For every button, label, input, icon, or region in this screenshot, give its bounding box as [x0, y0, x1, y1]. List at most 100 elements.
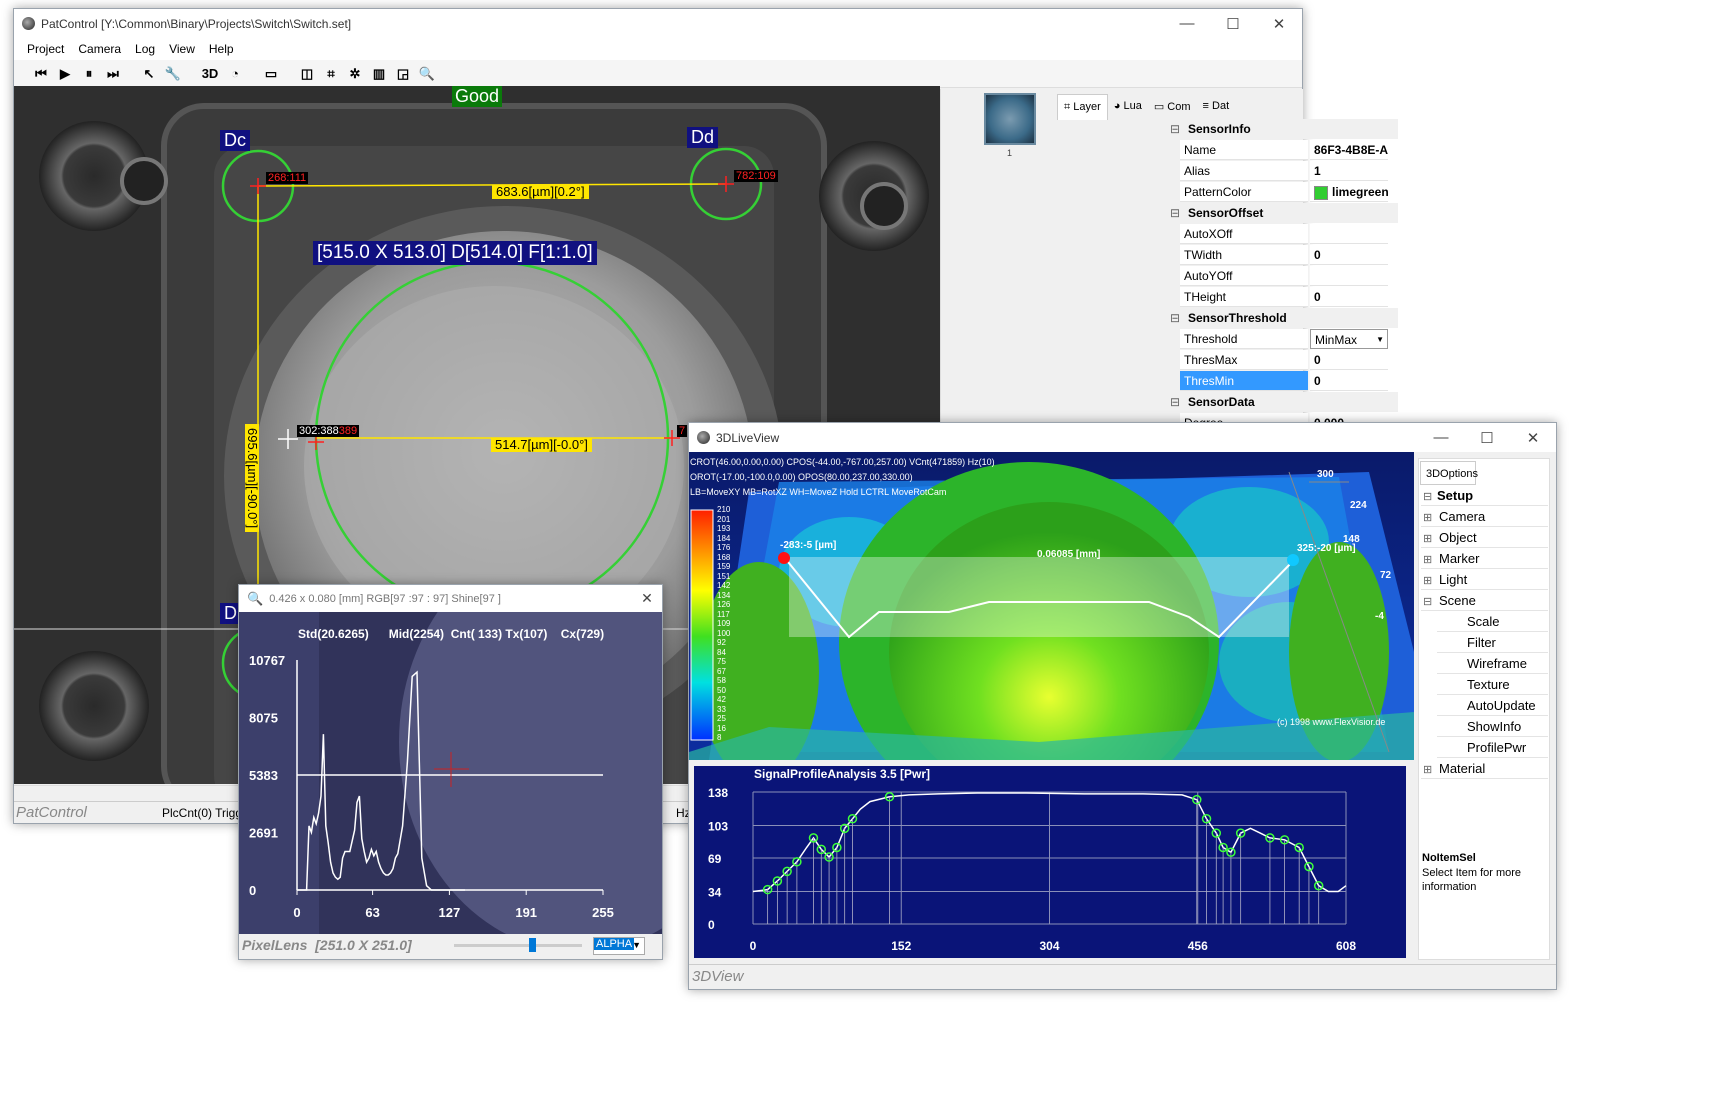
coord-dd-y: 109 — [757, 170, 776, 182]
options-item[interactable]: ⊟ Setup — [1421, 485, 1548, 506]
property-row[interactable]: Alias 1 — [1168, 161, 1403, 182]
camera-icon[interactable]: ◔ — [226, 65, 244, 83]
expand-icon[interactable]: ⊞ — [1423, 550, 1437, 571]
property-value[interactable]: 1 — [1310, 161, 1388, 181]
tab-layer[interactable]: ⌗ Layer — [1057, 94, 1108, 120]
property-value[interactable]: limegreen — [1310, 182, 1388, 202]
expand-icon[interactable]: ⊞ — [1423, 760, 1437, 781]
wrench-icon[interactable]: 🔧 — [164, 65, 182, 83]
options-item[interactable]: ⊞ Material — [1421, 758, 1548, 779]
tab-dat[interactable]: ≡ Dat — [1197, 94, 1236, 120]
minimize-icon[interactable]: — — [1164, 9, 1210, 38]
property-row[interactable]: AutoXOff — [1168, 224, 1403, 245]
property-value[interactable]: 0 — [1310, 371, 1388, 391]
settings-icon[interactable]: ✲ — [346, 65, 364, 83]
pixellens-footer: PixelLens [251.0 X 251.0] ALPHA ▼ — [239, 934, 662, 959]
options-item[interactable]: ⊞ Light — [1421, 569, 1548, 590]
expand-icon[interactable]: ⊞ — [1423, 508, 1437, 529]
property-category[interactable]: SensorThreshold — [1168, 308, 1403, 329]
property-value-text: 86F3-4B8E-AI — [1314, 143, 1388, 157]
property-row[interactable]: ThresMin 0 — [1168, 371, 1403, 392]
expand-icon[interactable]: ⊞ — [1423, 529, 1437, 550]
frame-icon[interactable]: ▭ — [262, 65, 280, 83]
property-row[interactable]: Name 86F3-4B8E-AI — [1168, 140, 1403, 161]
data-icon: ≡ — [1202, 100, 1213, 112]
collapse-icon[interactable]: ⊟ — [1423, 487, 1437, 508]
pixellens-titlebar[interactable]: 🔍 0.426 x 0.080 [mm] RGB[97 :97 : 97] Sh… — [239, 585, 662, 612]
options-item[interactable]: ⊞ Marker — [1421, 548, 1548, 569]
menu-project[interactable]: Project — [20, 42, 71, 56]
options-item[interactable]: ⊞ Camera — [1421, 506, 1548, 527]
options-item[interactable]: ProfilePwr — [1437, 737, 1548, 758]
tab-lua[interactable]: ◕ Lua — [1108, 94, 1148, 120]
options-item[interactable]: ⊟ Scene — [1421, 590, 1548, 611]
step-forward-icon[interactable]: ⏭ — [104, 65, 122, 83]
property-value[interactable] — [1310, 224, 1388, 244]
expand-icon[interactable]: ⊞ — [1423, 571, 1437, 592]
property-value[interactable]: 86F3-4B8E-AI — [1310, 140, 1388, 160]
property-value[interactable]: MinMax ▼ — [1310, 329, 1388, 349]
color-scale-tick: 151 — [717, 571, 731, 581]
dropdown-arrow-icon[interactable]: ▼ — [1376, 330, 1384, 348]
menu-log[interactable]: Log — [128, 42, 162, 56]
signal-profile-chart[interactable]: 138 103 69 34 0 0 152 304 456 608 — [694, 766, 1406, 958]
property-row[interactable]: ThresMax 0 — [1168, 350, 1403, 371]
options-item[interactable]: Filter — [1437, 632, 1548, 653]
property-value[interactable] — [1310, 266, 1388, 286]
property-category[interactable]: SensorOffset — [1168, 203, 1403, 224]
options-item[interactable]: ⊞ Object — [1421, 527, 1548, 548]
layer-thumbnail[interactable] — [984, 93, 1036, 145]
fit-icon[interactable]: ◲ — [394, 65, 412, 83]
3d-options-tab[interactable]: 3DOptions — [1420, 461, 1478, 485]
close-icon[interactable]: ✕ — [1256, 9, 1302, 38]
pixellens-close-icon[interactable]: ✕ — [632, 590, 662, 607]
property-value-text: limegreen — [1332, 185, 1388, 199]
step-back-icon[interactable]: ⏮ — [32, 65, 50, 83]
layer-icon: ⌗ — [1064, 101, 1074, 113]
property-value[interactable]: 0 — [1310, 245, 1388, 265]
liveview-titlebar[interactable]: 3DLiveView — ☐ ✕ — [689, 423, 1556, 452]
x-tick-label: 0 — [293, 905, 300, 920]
alpha-slider[interactable] — [454, 944, 582, 947]
menu-view[interactable]: View — [162, 42, 202, 56]
rotate-icon[interactable]: ◫ — [298, 65, 316, 83]
maximize-icon[interactable]: ☐ — [1210, 9, 1256, 38]
property-value[interactable]: 0 — [1310, 287, 1388, 307]
pixellens-histogram[interactable]: 0 63 127 191 255 10767 8075 5383 2691 0 — [239, 612, 662, 934]
select-tool-icon[interactable]: ↖ — [140, 65, 158, 83]
property-row[interactable]: THeight 0 — [1168, 287, 1403, 308]
depth-tick-148: 148 — [1343, 534, 1360, 545]
3d-view-button[interactable]: 3D — [200, 65, 220, 83]
collapse-icon[interactable]: ⊟ — [1423, 592, 1437, 613]
color-swatch — [1314, 185, 1328, 200]
property-row[interactable]: TWidth 0 — [1168, 245, 1403, 266]
property-key: SensorOffset — [1168, 203, 1398, 223]
property-category[interactable]: SensorInfo — [1168, 119, 1403, 140]
histogram-icon[interactable]: ▥ — [370, 65, 388, 83]
alpha-select[interactable]: ALPHA ▼ — [593, 937, 645, 955]
3d-surface-view[interactable] — [689, 452, 1414, 760]
property-value-text: 0 — [1314, 374, 1321, 388]
options-item[interactable]: Scale — [1437, 611, 1548, 632]
crop-icon[interactable]: ⌗ — [322, 65, 340, 83]
property-row[interactable]: PatternColor limegreen — [1168, 182, 1403, 203]
options-item[interactable]: Wireframe — [1437, 653, 1548, 674]
liveview-close-icon[interactable]: ✕ — [1510, 423, 1556, 452]
pause-icon[interactable]: ⏸ — [80, 65, 98, 83]
property-category[interactable]: SensorData — [1168, 392, 1403, 413]
property-row[interactable]: Threshold MinMax ▼ — [1168, 329, 1403, 350]
menu-camera[interactable]: Camera — [71, 42, 128, 56]
options-item[interactable]: Texture — [1437, 674, 1548, 695]
menu-help[interactable]: Help — [202, 42, 241, 56]
property-row[interactable]: AutoYOff — [1168, 266, 1403, 287]
tab-com[interactable]: ▭ Com — [1148, 94, 1197, 120]
property-value[interactable]: 0 — [1310, 350, 1388, 370]
options-item[interactable]: ShowInfo — [1437, 716, 1548, 737]
liveview-minimize-icon[interactable]: — — [1418, 423, 1464, 452]
main-titlebar[interactable]: PatControl [Y:\Common\Binary\Projects\Sw… — [14, 9, 1302, 38]
liveview-maximize-icon[interactable]: ☐ — [1464, 423, 1510, 452]
zoom-icon[interactable]: 🔍 — [418, 65, 436, 83]
play-icon[interactable]: ▶ — [56, 65, 74, 83]
alpha-slider-thumb[interactable] — [529, 938, 536, 952]
options-item[interactable]: AutoUpdate — [1437, 695, 1548, 716]
